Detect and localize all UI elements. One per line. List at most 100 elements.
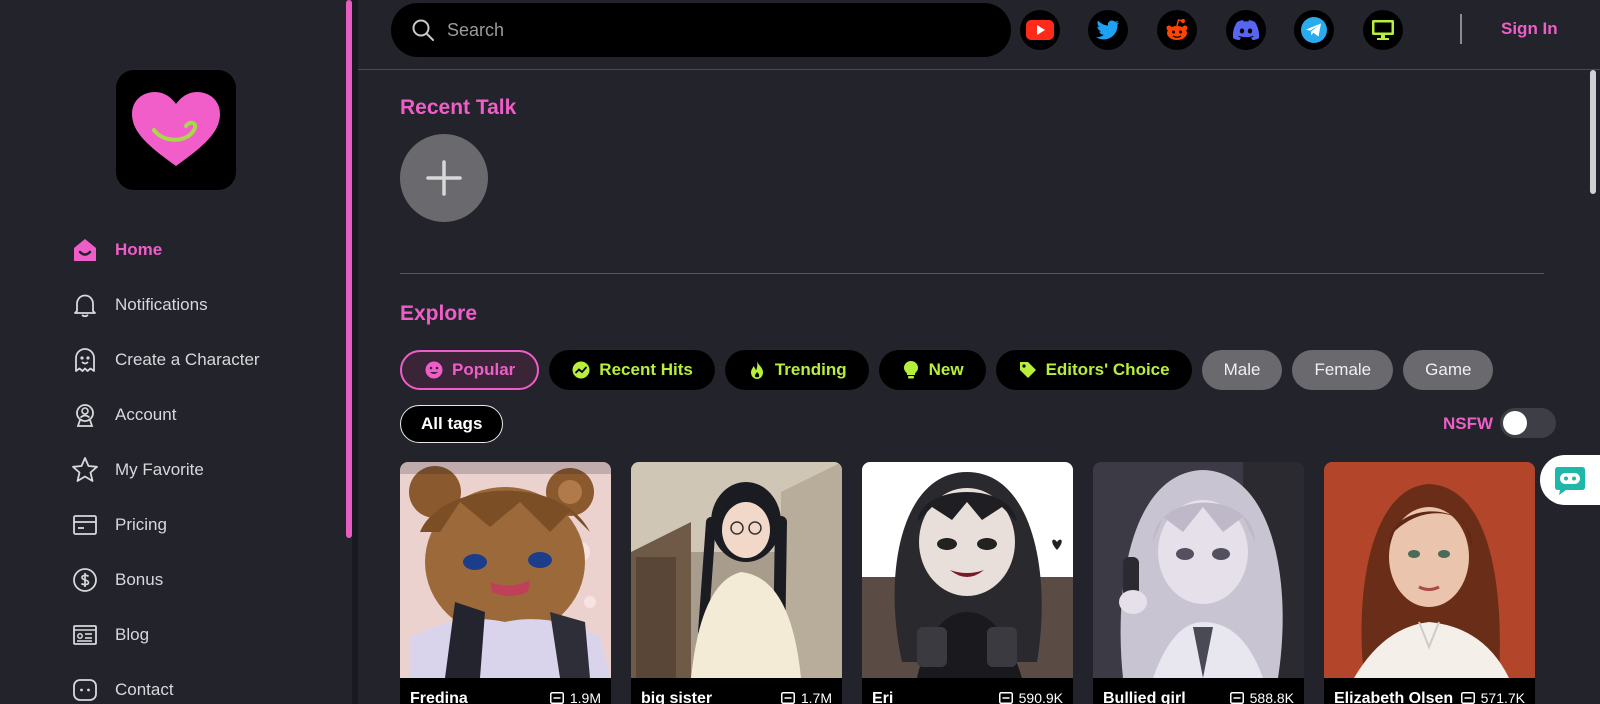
logo[interactable] xyxy=(116,70,236,190)
twitter-button[interactable] xyxy=(1088,10,1128,50)
flame-icon xyxy=(747,360,767,380)
sidebar-item-home[interactable]: Home xyxy=(70,222,260,277)
search-icon xyxy=(412,19,434,41)
tag-female[interactable]: Female xyxy=(1292,350,1394,390)
chatbot-icon xyxy=(1555,467,1585,495)
message-icon xyxy=(1229,692,1244,704)
chat-count: 1.9M xyxy=(549,690,601,704)
heart-logo-icon xyxy=(132,92,220,166)
message-icon xyxy=(549,692,564,704)
desktop-app-button[interactable] xyxy=(1363,10,1403,50)
message-icon xyxy=(780,692,795,704)
youtube-button[interactable] xyxy=(1020,10,1060,50)
character-card[interactable]: Fredina 1.9M xyxy=(400,462,611,704)
chat-count-value: 588.8K xyxy=(1249,690,1294,704)
sidebar-item-create-character[interactable]: Create a Character xyxy=(70,332,260,387)
tag-new[interactable]: New xyxy=(878,350,986,390)
sidebar-item-label: Home xyxy=(115,239,163,259)
sidebar: Home Notifications Create a Character Ac… xyxy=(0,0,352,704)
tag-game[interactable]: Game xyxy=(1403,350,1494,390)
blog-icon xyxy=(70,620,100,650)
sign-in-link[interactable]: Sign In xyxy=(1501,19,1558,39)
tag-editors-choice[interactable]: Editors' Choice xyxy=(995,350,1192,390)
sidebar-item-my-favorite[interactable]: My Favorite xyxy=(70,442,260,497)
character-card[interactable]: Elizabeth Olsen 571.7K xyxy=(1324,462,1535,704)
character-image xyxy=(862,462,1073,678)
smiley-icon xyxy=(424,360,444,380)
home-icon xyxy=(70,235,100,265)
app-root: Home Notifications Create a Character Ac… xyxy=(0,0,1600,704)
card-info: Elizabeth Olsen 571.7K xyxy=(1324,678,1535,704)
tag-male[interactable]: Male xyxy=(1201,350,1283,390)
tag-label: Recent Hits xyxy=(599,360,693,379)
telegram-button[interactable] xyxy=(1294,10,1334,50)
add-chat-button[interactable] xyxy=(400,134,488,222)
tag-label: Male xyxy=(1223,360,1261,379)
tag-filter-bar: Popular Recent Hits Trending New Editors… xyxy=(400,350,1494,390)
sidebar-nav: Home Notifications Create a Character Ac… xyxy=(70,222,260,704)
main-scrollbar[interactable] xyxy=(1590,70,1596,194)
character-image xyxy=(1093,462,1304,678)
nsfw-toggle[interactable] xyxy=(1500,408,1556,438)
chat-icon xyxy=(70,675,100,704)
support-chat-button[interactable] xyxy=(1540,455,1600,505)
character-name: Fredina xyxy=(410,690,468,704)
sidebar-item-bonus[interactable]: Bonus xyxy=(70,552,260,607)
chat-count-value: 1.9M xyxy=(569,690,601,704)
all-tags-button[interactable]: All tags xyxy=(400,405,504,443)
character-card[interactable]: big sister 1.7M xyxy=(631,462,842,704)
character-image xyxy=(631,462,842,678)
sidebar-item-label: Contact xyxy=(115,679,174,699)
sidebar-item-label: Account xyxy=(115,404,177,424)
chat-count-value: 571.7K xyxy=(1480,690,1525,704)
header-divider xyxy=(1460,14,1462,44)
tag-popular[interactable]: Popular xyxy=(400,350,540,390)
chat-count: 588.8K xyxy=(1229,690,1294,704)
tag-label: Game xyxy=(1425,360,1472,379)
tag-label: New xyxy=(928,360,964,379)
sidebar-item-label: My Favorite xyxy=(115,459,204,479)
card-info: Fredina 1.9M xyxy=(400,678,611,704)
tag-icon xyxy=(1018,360,1038,380)
twitter-icon xyxy=(1096,20,1119,40)
character-name: Bullied girl xyxy=(1103,690,1186,704)
sidebar-item-blog[interactable]: Blog xyxy=(70,607,260,662)
tag-trending[interactable]: Trending xyxy=(724,350,869,390)
reddit-icon xyxy=(1166,19,1188,40)
tag-label: Popular xyxy=(452,360,516,379)
bell-icon xyxy=(70,290,100,320)
chat-count: 571.7K xyxy=(1460,690,1525,704)
explore-title: Explore xyxy=(400,302,478,325)
reddit-button[interactable] xyxy=(1157,10,1197,50)
discord-icon xyxy=(1233,20,1259,40)
card-icon xyxy=(70,510,100,540)
telegram-icon xyxy=(1301,17,1327,43)
character-name: Elizabeth Olsen xyxy=(1334,690,1454,704)
plus-icon xyxy=(426,160,462,196)
card-info: Bullied girl 588.8K xyxy=(1093,678,1304,704)
search-input[interactable] xyxy=(447,19,967,41)
chat-count-value: 1.7M xyxy=(800,690,832,704)
discord-button[interactable] xyxy=(1226,10,1266,50)
trend-icon xyxy=(571,360,591,380)
sidebar-item-label: Pricing xyxy=(115,514,167,534)
recent-talk-title: Recent Talk xyxy=(400,96,517,119)
sidebar-item-pricing[interactable]: Pricing xyxy=(70,497,260,552)
character-name: big sister xyxy=(641,690,713,704)
character-image xyxy=(400,462,611,678)
bulb-icon xyxy=(901,360,921,380)
tag-recent-hits[interactable]: Recent Hits xyxy=(549,350,715,390)
dollar-coin-icon xyxy=(70,565,100,595)
youtube-icon xyxy=(1026,20,1054,40)
tag-label: Trending xyxy=(774,360,847,379)
search-bar[interactable] xyxy=(391,3,1011,57)
character-card[interactable]: Bullied girl 588.8K xyxy=(1093,462,1304,704)
character-grid: Fredina 1.9M big sister 1.7M Eri 590.9K … xyxy=(400,462,1535,704)
sidebar-item-contact[interactable]: Contact xyxy=(70,662,260,704)
top-bar: Sign In xyxy=(358,0,1600,70)
message-icon xyxy=(998,692,1013,704)
tag-label: Female xyxy=(1314,360,1372,379)
sidebar-item-notifications[interactable]: Notifications xyxy=(70,277,260,332)
sidebar-item-account[interactable]: Account xyxy=(70,387,260,442)
character-card[interactable]: Eri 590.9K xyxy=(862,462,1073,704)
